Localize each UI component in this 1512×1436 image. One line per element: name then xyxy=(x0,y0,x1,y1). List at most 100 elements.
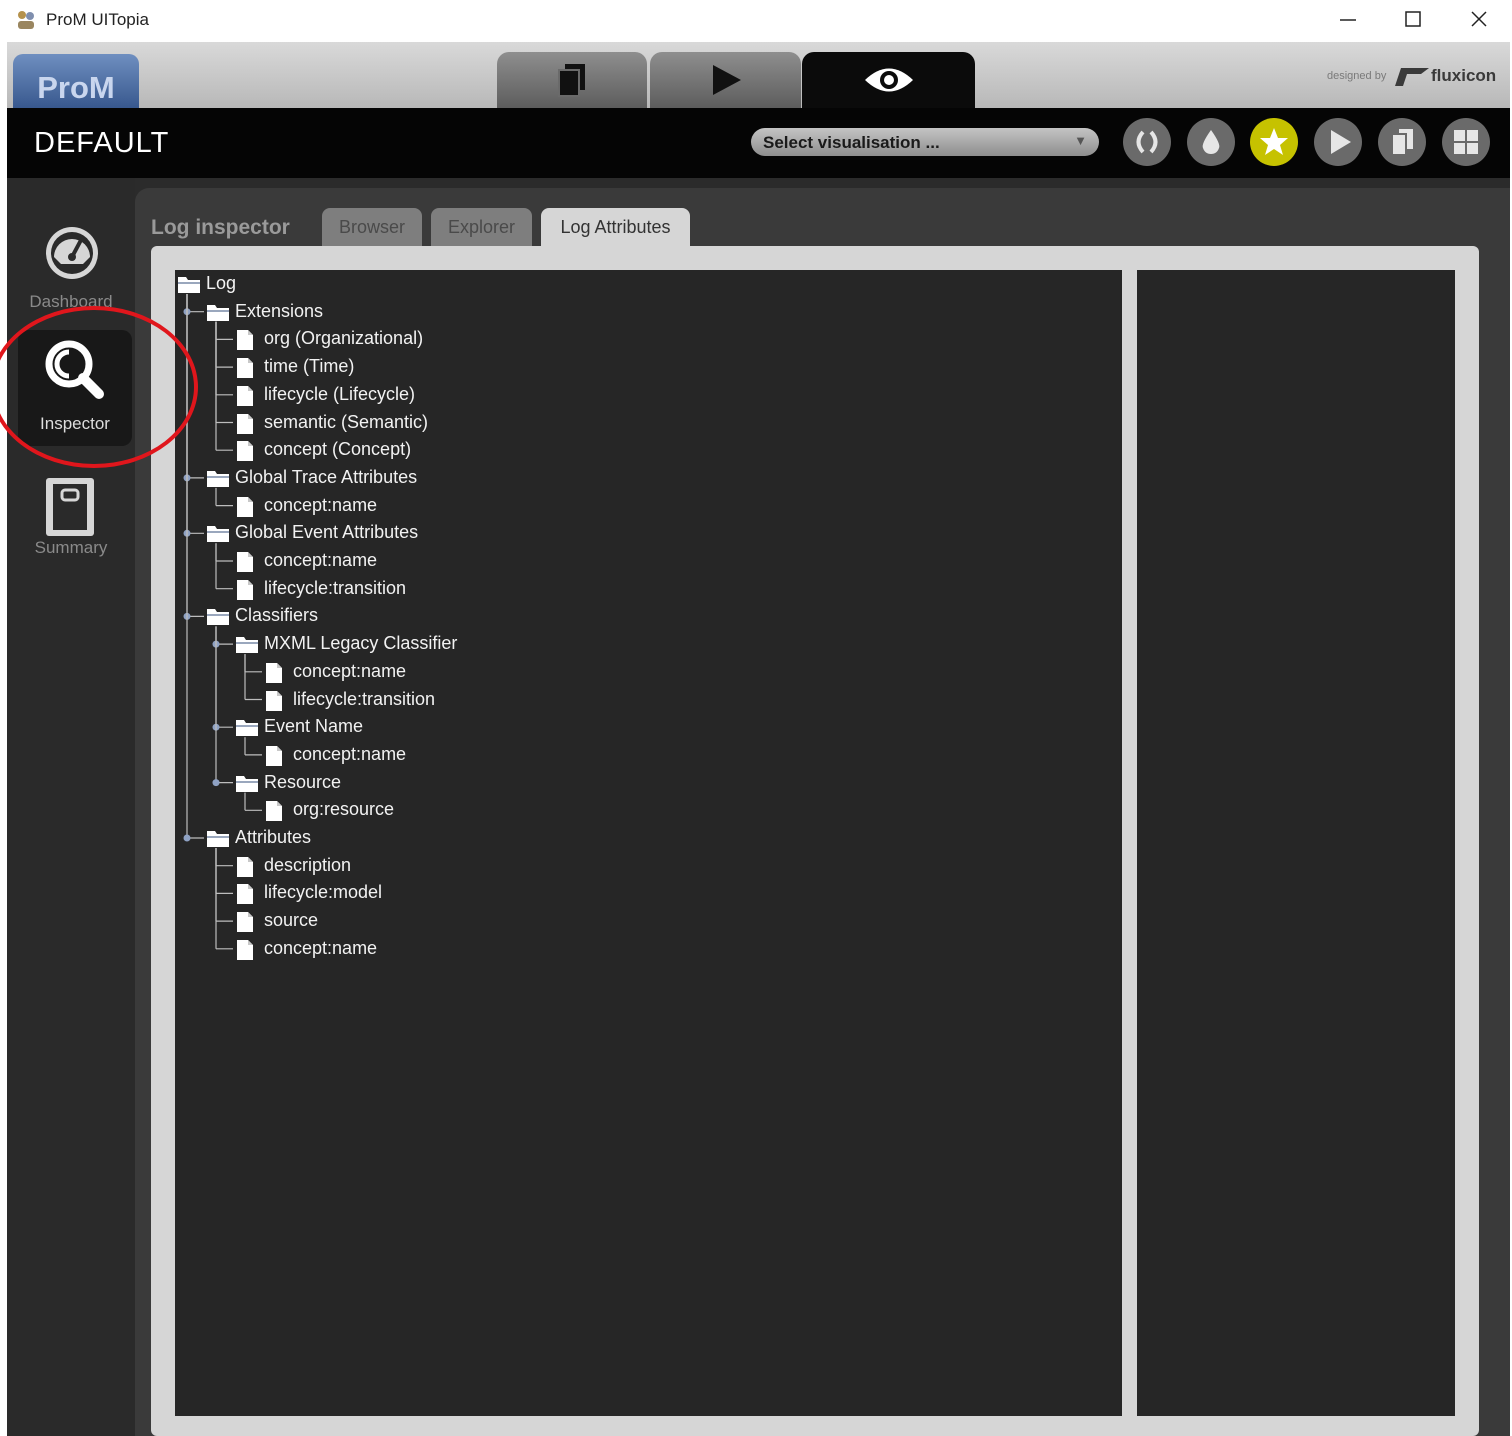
folder-icon xyxy=(206,523,230,548)
minimize-icon xyxy=(1340,19,1356,21)
tab-explorer[interactable]: Explorer xyxy=(431,208,532,246)
tree-node-label: lifecycle (Lifecycle) xyxy=(264,383,416,404)
grid-view-button[interactable] xyxy=(1442,118,1490,166)
tree-node-label: Event Name xyxy=(264,716,364,737)
folder-icon xyxy=(206,468,230,493)
refresh-icon xyxy=(1136,130,1158,154)
eye-icon xyxy=(864,68,913,92)
prom-application: ProM designed by fluxicon DEFAULT Select… xyxy=(7,42,1510,1436)
document-icon xyxy=(235,939,255,966)
tab-log-attributes[interactable]: Log Attributes xyxy=(541,208,690,248)
tree-node-label: lifecycle:model xyxy=(264,882,383,903)
close-button[interactable] xyxy=(1448,0,1508,40)
drop-button[interactable] xyxy=(1187,118,1235,166)
sidebar: Dashboard Inspector Summary xyxy=(7,178,135,1436)
document-icon xyxy=(264,662,284,689)
notebook-icon xyxy=(46,478,94,536)
tree-node-label: Global Trace Attributes xyxy=(235,466,418,487)
play-button[interactable] xyxy=(1314,118,1362,166)
document-icon xyxy=(235,329,255,356)
document-icon xyxy=(235,579,255,606)
tree-node-label: concept (Concept) xyxy=(264,439,412,460)
tree-node-label: Global Event Attributes xyxy=(235,522,419,543)
folder-icon xyxy=(206,828,230,853)
folder-icon xyxy=(235,634,259,659)
prom-app-icon xyxy=(18,11,34,29)
mode-bar: ProM designed by fluxicon xyxy=(7,42,1510,108)
tree-node-label: MXML Legacy Classifier xyxy=(264,633,458,654)
window-title-bar: ProM UITopia xyxy=(0,0,1512,42)
document-icon xyxy=(235,911,255,938)
star-icon xyxy=(1260,128,1288,155)
tree-node-label: lifecycle:transition xyxy=(264,577,407,598)
tree-node-label: lifecycle:transition xyxy=(293,688,436,709)
inspector-title: Log inspector xyxy=(151,216,290,239)
tab-browser[interactable]: Browser xyxy=(322,208,422,246)
attribute-detail-pane xyxy=(1137,270,1455,1416)
sidebar-item-label: Inspector xyxy=(40,414,110,433)
document-icon xyxy=(235,385,255,412)
document-icon xyxy=(264,745,284,772)
prom-logo: ProM xyxy=(13,54,139,108)
sidebar-item-label: Dashboard xyxy=(29,292,113,311)
tree-node-label: org (Organizational) xyxy=(264,328,424,349)
tree-node-label: org:resource xyxy=(293,799,395,820)
tree-node-label: time (Time) xyxy=(264,356,355,377)
favorite-button[interactable] xyxy=(1250,118,1298,166)
copy-icon xyxy=(1391,129,1413,156)
workspace-title: DEFAULT xyxy=(34,127,170,159)
tree-node-label: Log xyxy=(206,273,237,293)
mode-tab-actions[interactable] xyxy=(650,52,801,108)
tree-node-label: Attributes xyxy=(235,827,312,847)
mode-tab-workspace[interactable] xyxy=(497,52,647,108)
window-title: ProM UITopia xyxy=(46,10,149,29)
play-icon xyxy=(1331,130,1351,154)
tree-node-label: concept:name xyxy=(264,494,378,515)
sidebar-item-dashboard[interactable]: Dashboard xyxy=(7,216,135,336)
visualisation-select[interactable]: Select visualisation ... ▼ xyxy=(751,128,1099,156)
copy-button[interactable] xyxy=(1378,118,1426,166)
play-icon xyxy=(712,65,741,95)
refresh-button[interactable] xyxy=(1123,118,1171,166)
fluxicon-brand: fluxicon xyxy=(1431,66,1497,85)
tree-node-label: semantic (Semantic) xyxy=(264,411,429,432)
minimize-button[interactable] xyxy=(1318,0,1378,40)
tree-node-label: Classifiers xyxy=(235,605,319,626)
sidebar-item-inspector[interactable]: Inspector xyxy=(18,330,132,446)
sidebar-item-summary[interactable]: Summary xyxy=(7,468,135,588)
tree-node-label: Resource xyxy=(264,771,342,792)
tree-node-label: description xyxy=(264,854,352,875)
magnifier-icon xyxy=(45,340,104,399)
document-icon xyxy=(235,357,255,384)
log-inspector-panel: Log inspector Browser Explorer Log Attri… xyxy=(135,188,1510,1436)
maximize-button[interactable] xyxy=(1383,0,1443,40)
document-icon xyxy=(235,551,255,578)
attribute-tree[interactable]: Log Extensions org (Organizational) time (T… xyxy=(175,270,1122,1416)
visualisation-select-value: Select visualisation ... xyxy=(763,133,940,152)
workspace-header: DEFAULT Select visualisation ... ▼ xyxy=(7,108,1510,178)
folder-icon xyxy=(177,274,201,299)
folder-icon xyxy=(235,773,259,798)
fluxicon-logo-mark xyxy=(1395,68,1429,86)
folder-icon xyxy=(235,717,259,742)
log-attributes-panel: Log Extensions org (Organizational) time (T… xyxy=(151,246,1479,1436)
tree-node-label: concept:name xyxy=(293,743,407,764)
document-icon xyxy=(235,413,255,440)
tree-node-label: concept:name xyxy=(264,937,378,958)
document-icon xyxy=(235,883,255,910)
document-icon xyxy=(235,496,255,523)
document-icon xyxy=(235,856,255,883)
folder-icon xyxy=(206,302,230,327)
chevron-down-icon: ▼ xyxy=(1074,133,1087,148)
document-icon xyxy=(235,440,255,467)
gauge-icon xyxy=(46,227,98,279)
stacked-documents-icon xyxy=(558,64,585,97)
tree-node-label: concept:name xyxy=(293,660,407,681)
sidebar-item-label: Summary xyxy=(34,538,108,557)
document-icon xyxy=(264,800,284,827)
folder-icon xyxy=(206,606,230,631)
mode-tab-views[interactable] xyxy=(802,52,975,108)
document-icon xyxy=(264,690,284,717)
maximize-icon xyxy=(1405,11,1421,27)
tree-node-label: concept:name xyxy=(264,550,378,570)
